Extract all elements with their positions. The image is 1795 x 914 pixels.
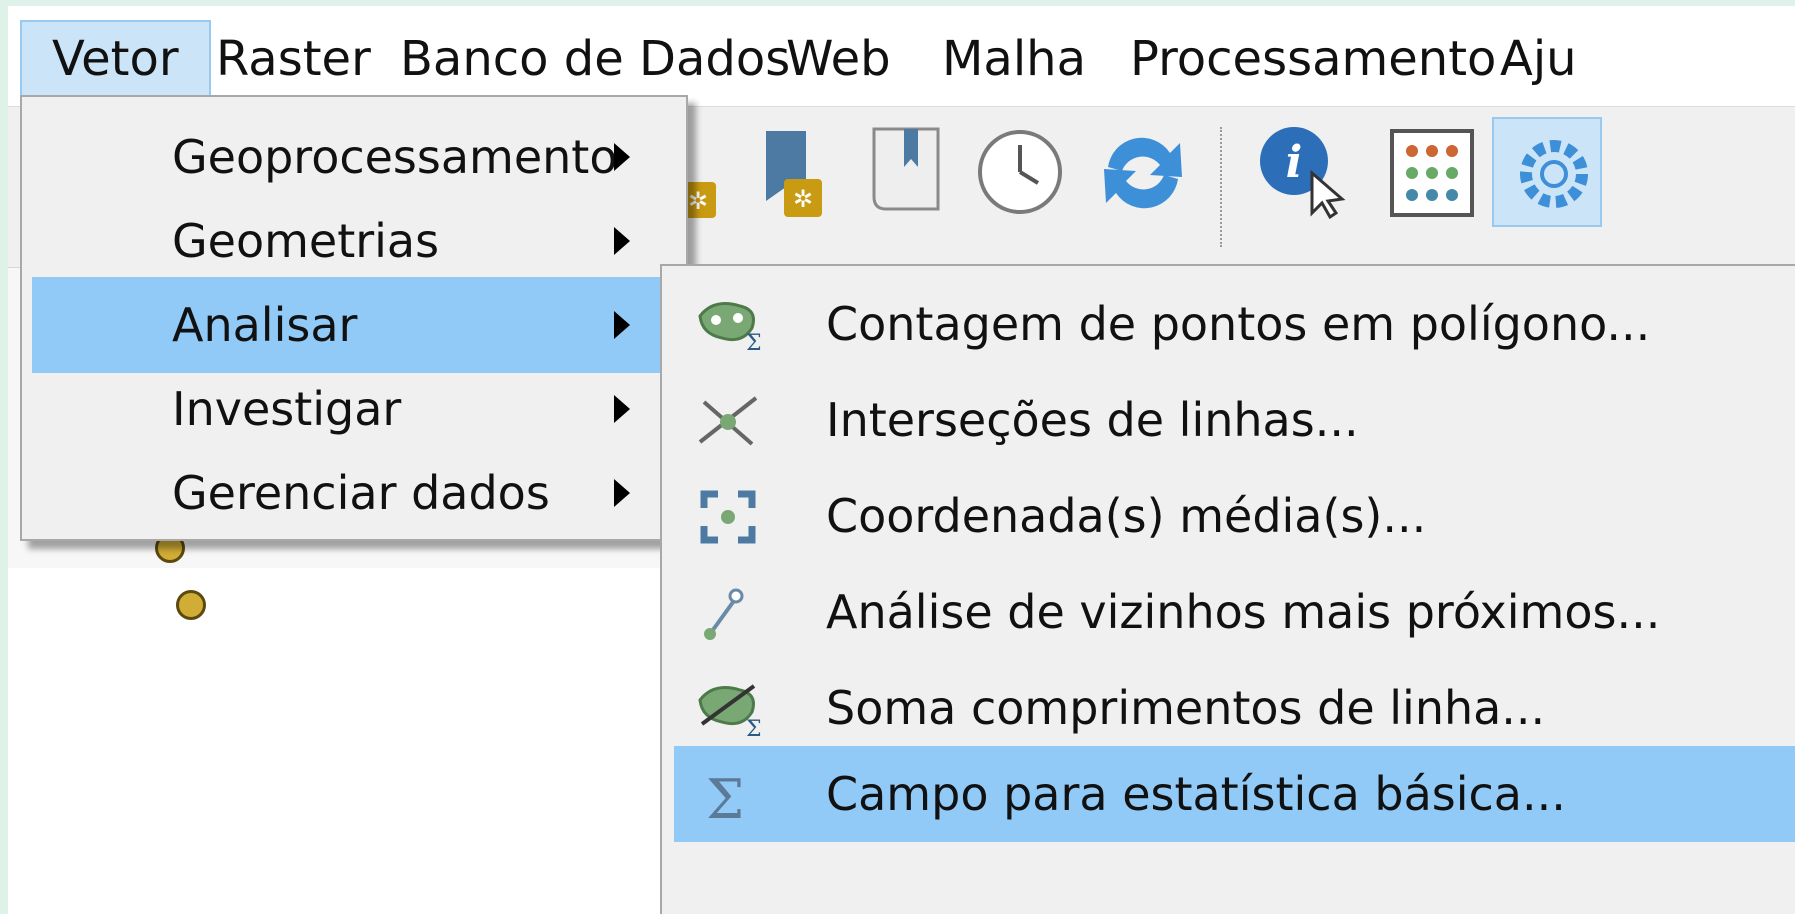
svg-text:Σ: Σ [746, 331, 762, 352]
refresh-icon [1104, 137, 1182, 209]
analisar-submenu: Σ Contagem de pontos em polígono... Inte… [660, 264, 1795, 914]
svg-text:Σ: Σ [706, 768, 744, 822]
temporal-button[interactable] [968, 117, 1078, 227]
vetor-menu: Geoprocessamento Geometrias Analisar Inv… [20, 95, 688, 541]
menu-item-gerenciar-dados[interactable]: Gerenciar dados [32, 445, 676, 541]
menu-malha[interactable]: Malha [942, 20, 1086, 98]
settings-button[interactable] [1492, 117, 1602, 227]
identify-icon: i [1260, 127, 1346, 220]
sum-line-lengths-icon: Σ [698, 684, 762, 736]
calculator-button[interactable] [1378, 117, 1488, 227]
menu-item-geometrias[interactable]: Geometrias [32, 193, 676, 289]
menu-item-analisar[interactable]: Analisar [32, 277, 676, 373]
qgis-window: Vetor Raster Banco de Dados Web Malha Pr… [8, 6, 1795, 914]
submenu-item-soma-comprimentos[interactable]: Σ Soma comprimentos de linha... [674, 660, 1795, 756]
menu-item-label: Geometrias [172, 214, 440, 268]
submenu-item-contagem-pontos[interactable]: Σ Contagem de pontos em polígono... [674, 276, 1795, 372]
gear-icon [1520, 140, 1588, 208]
menu-processamento[interactable]: Processamento [1130, 20, 1496, 98]
submenu-item-label: Contagem de pontos em polígono... [826, 297, 1651, 351]
menu-item-investigar[interactable]: Investigar [32, 361, 676, 457]
identify-button[interactable]: i [1250, 117, 1360, 227]
mean-coordinates-icon [700, 490, 756, 544]
submenu-item-label: Coordenada(s) média(s)... [826, 489, 1427, 543]
refresh-button[interactable] [1088, 117, 1198, 227]
svg-text:✲: ✲ [793, 185, 813, 213]
svg-text:Σ: Σ [746, 717, 762, 736]
bookmark-button[interactable] [856, 117, 966, 227]
menu-raster[interactable]: Raster [216, 20, 371, 98]
menu-item-label: Gerenciar dados [172, 466, 550, 520]
submenu-arrow-icon [614, 311, 630, 339]
toolbar-separator [1220, 127, 1226, 247]
submenu-item-label: Soma comprimentos de linha... [826, 681, 1546, 735]
submenu-arrow-icon [614, 395, 630, 423]
submenu-arrow-icon [614, 479, 630, 507]
nearest-neighbour-icon [704, 588, 744, 640]
sigma-icon: Σ [706, 768, 744, 822]
line-intersections-icon [698, 396, 758, 446]
menu-web[interactable]: Web [786, 20, 891, 98]
submenu-item-vizinhos-proximos[interactable]: Análise de vizinhos mais próximos... [674, 564, 1795, 660]
menu-banco-de-dados[interactable]: Banco de Dados [400, 20, 790, 98]
submenu-arrow-icon [614, 143, 630, 171]
submenu-item-label: Análise de vizinhos mais próximos... [826, 585, 1661, 639]
submenu-item-label: Campo para estatística básica... [826, 767, 1566, 821]
count-points-icon: Σ [698, 302, 762, 352]
bookmark-add-button[interactable]: ✲ [748, 117, 858, 227]
submenu-arrow-icon [614, 227, 630, 255]
menu-item-label: Investigar [172, 382, 402, 436]
bookmark-icon [872, 127, 940, 211]
menu-item-geoprocessamento[interactable]: Geoprocessamento [32, 109, 676, 205]
menu-ajuda[interactable]: Aju [1500, 20, 1577, 98]
menu-item-label: Geoprocessamento [172, 130, 618, 184]
menu-item-label: Analisar [172, 298, 358, 352]
submenu-item-intersecoes-linhas[interactable]: Interseções de linhas... [674, 372, 1795, 468]
calculator-icon [1390, 129, 1474, 217]
menu-bar: Vetor Raster Banco de Dados Web Malha Pr… [8, 6, 1795, 107]
menu-vetor[interactable]: Vetor [20, 20, 211, 98]
submenu-item-coordenadas-medias[interactable]: Coordenada(s) média(s)... [674, 468, 1795, 564]
svg-text:✲: ✲ [688, 187, 708, 215]
svg-text:i: i [1286, 137, 1303, 188]
bookmark-add-icon: ✲ [766, 131, 822, 217]
submenu-item-label: Interseções de linhas... [826, 393, 1359, 447]
clock-icon [978, 130, 1062, 214]
submenu-item-estatistica-basica[interactable]: Σ Campo para estatística básica... [674, 746, 1795, 842]
map-point [176, 590, 206, 620]
